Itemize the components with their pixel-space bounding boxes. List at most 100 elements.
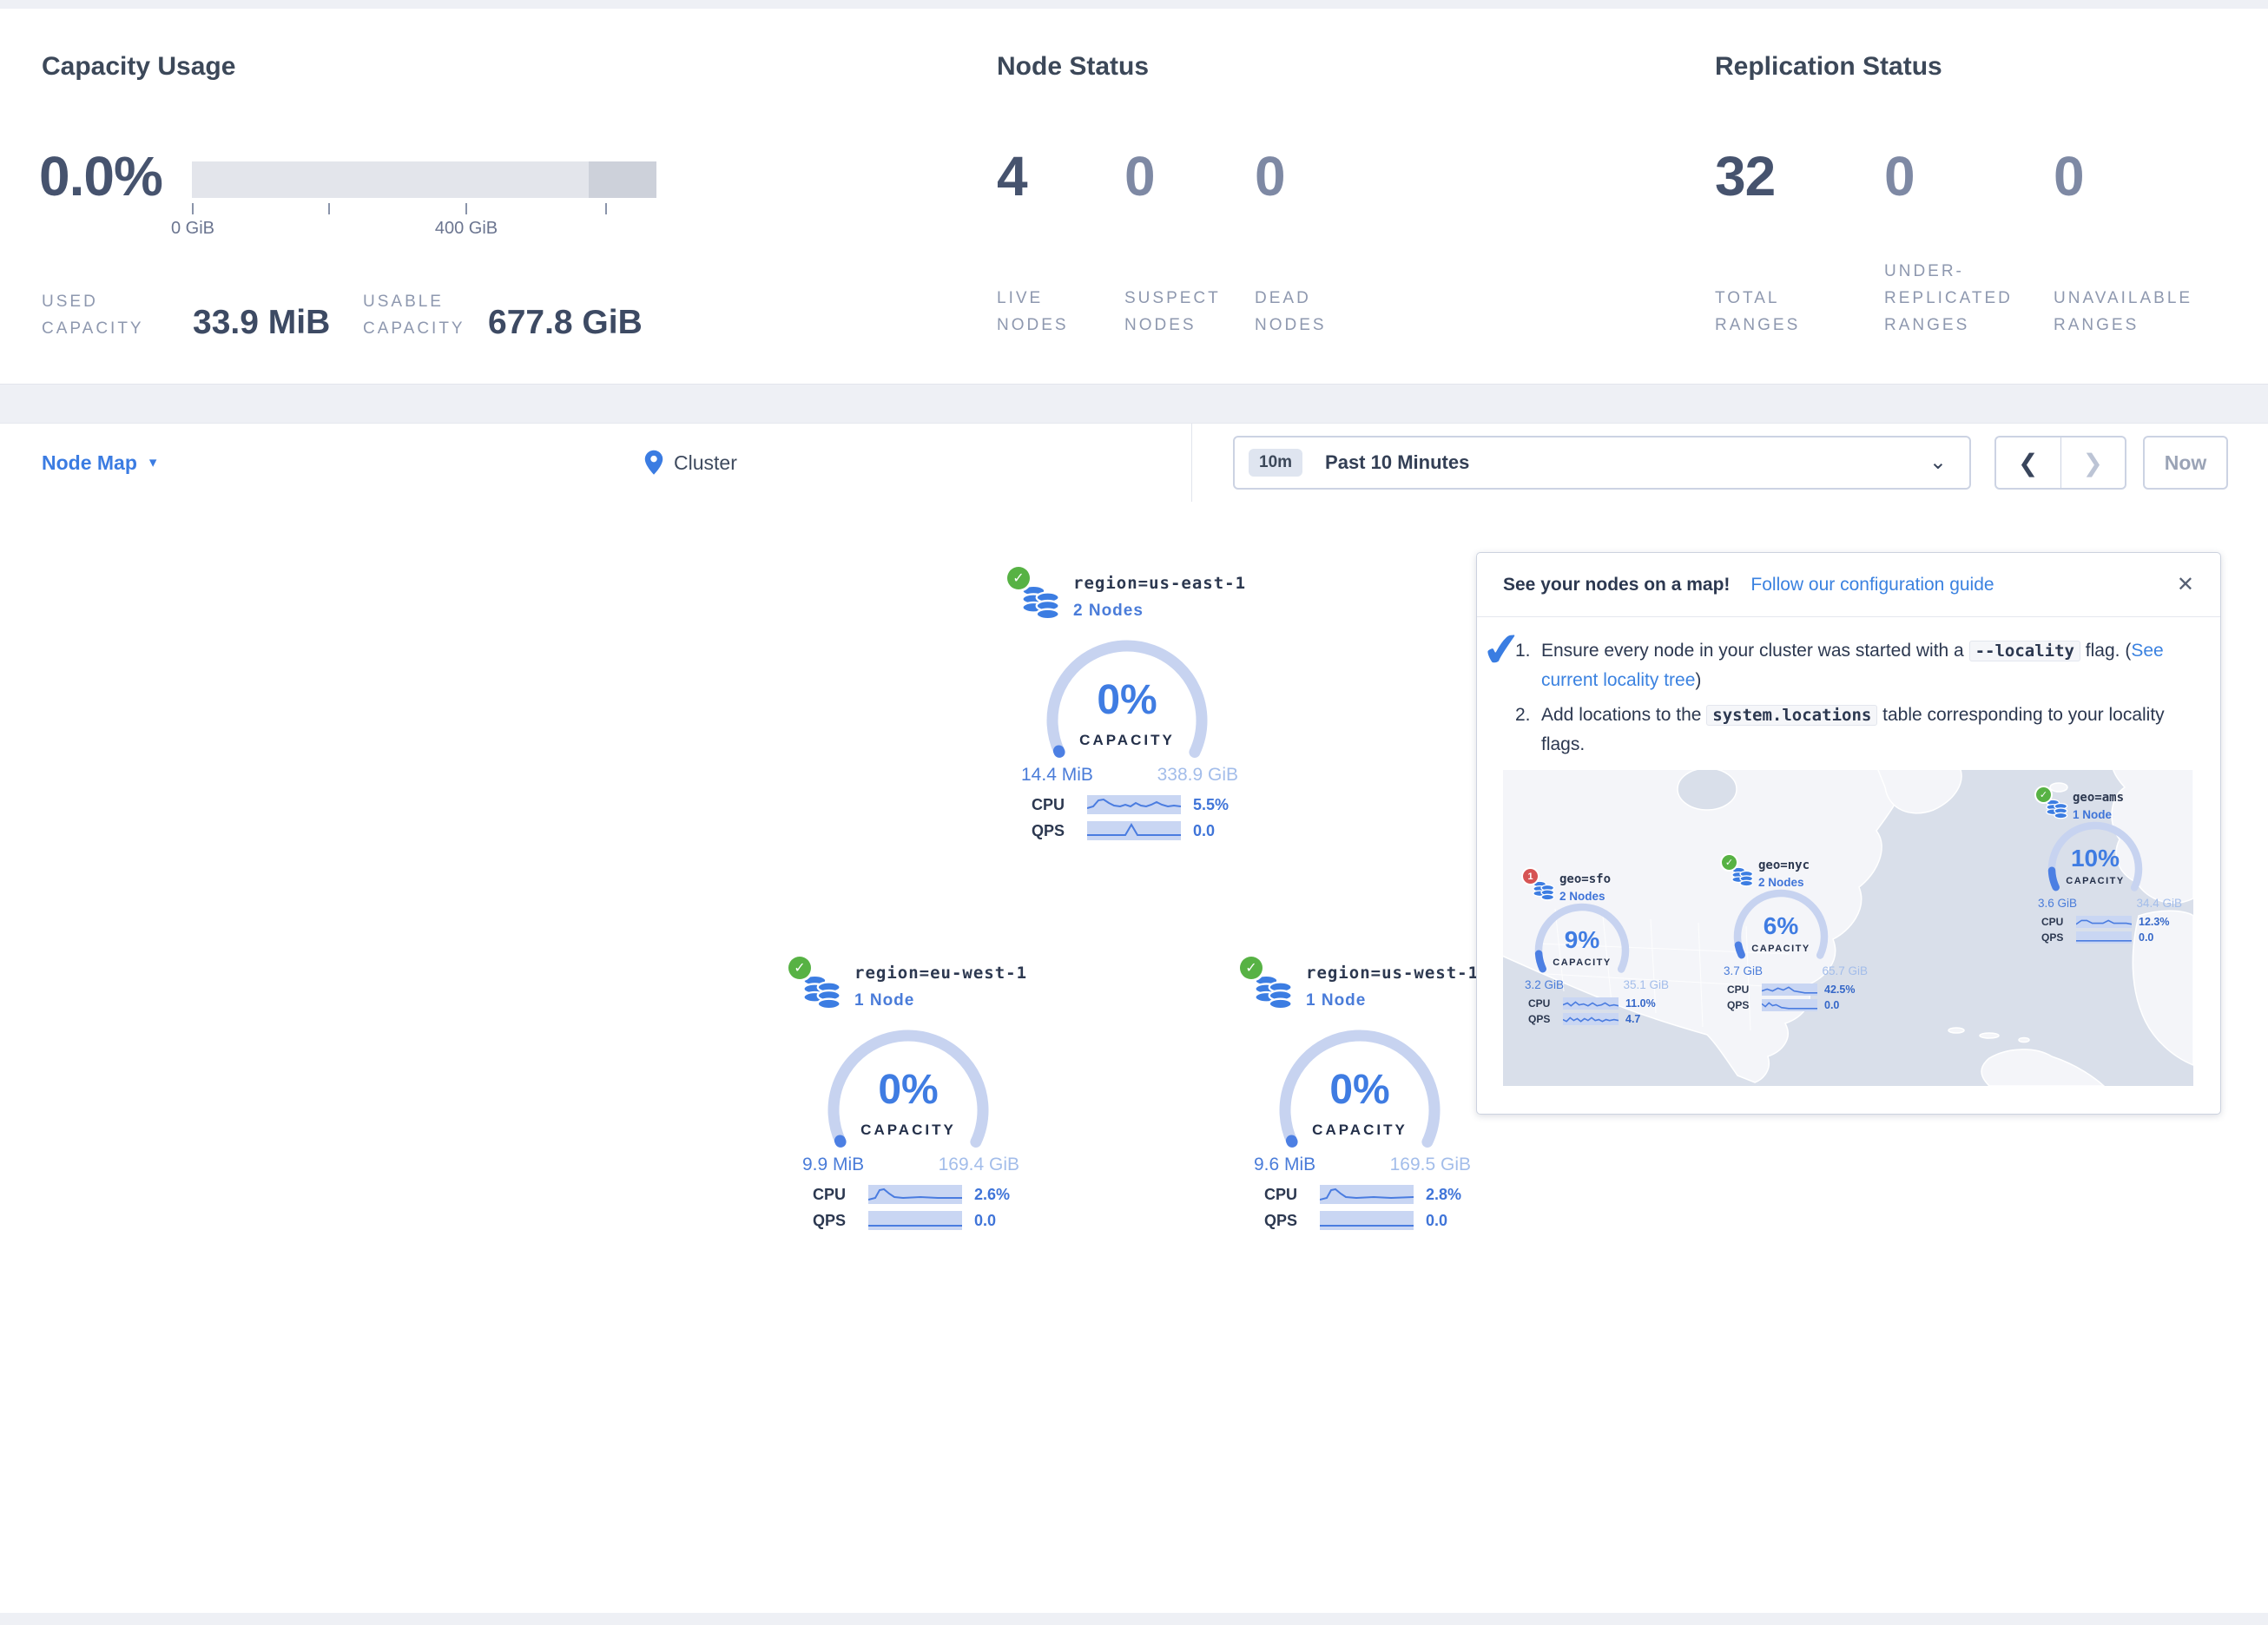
total-capacity: 34.4 GiB [2136, 897, 2182, 910]
capacity-caption: CAPACITY [1273, 1122, 1447, 1139]
cpu-sparkline [868, 1185, 962, 1204]
qps-sparkline [2076, 931, 2132, 944]
time-range-dropdown[interactable]: 10m Past 10 Minutes ⌄ [1233, 436, 1971, 490]
healthy-check-icon: ✓ [1007, 567, 1030, 589]
view-toolbar: Node Map ▾ Cluster 10m Past 10 Minutes ⌄… [0, 423, 2268, 503]
qps-label: QPS [1264, 1212, 1308, 1230]
footer-strip [0, 1613, 2268, 1625]
database-stack-icon [1021, 581, 1061, 624]
used-capacity-value: 33.9 MiB [193, 304, 330, 342]
next-range-button[interactable]: ❯ [2061, 438, 2126, 488]
locality-label: geo=ams [2073, 791, 2124, 805]
capacity-usage-percent: 0.0% [39, 144, 162, 208]
close-icon[interactable]: ✕ [2177, 572, 2194, 597]
live-nodes-label: LIVE NODES [997, 285, 1101, 339]
locality-nodes-link[interactable]: 2 Nodes [1758, 876, 1804, 889]
capacity-caption: CAPACITY [821, 1122, 995, 1139]
breadcrumb[interactable]: Cluster [644, 424, 737, 502]
capacity-tick-label: 0 GiB [171, 219, 214, 239]
locality-nodes-link[interactable]: 2 Nodes [1559, 890, 1605, 903]
capacity-tick [328, 203, 330, 214]
total-capacity: 338.9 GiB [1157, 765, 1238, 786]
cpu-sparkline [1320, 1185, 1414, 1204]
toolbar-divider [1191, 424, 1192, 502]
qps-value: 0.0 [1824, 999, 1839, 1011]
cpu-value: 12.3% [2139, 916, 2169, 928]
capacity-percent: 0% [821, 1066, 995, 1114]
under-replicated-ranges-value: 0 [1884, 144, 1915, 208]
region-group-us-east-1[interactable]: ✓ region=us-east-1 2 Nodes 0% CAPACITY 1… [1000, 560, 1261, 855]
region-nodes-link[interactable]: 1 Node [854, 991, 914, 1010]
time-range-pager: ❮ ❯ [1994, 436, 2126, 490]
healthy-check-icon: ✓ [1240, 957, 1263, 979]
region-nodes-link[interactable]: 2 Nodes [1073, 602, 1144, 621]
mini-world-map: 1 geo=sfo 2 Nodes 9% CAPACITY 3.2 GiB 35… [1503, 770, 2193, 1086]
qps-sparkline [1087, 821, 1181, 840]
configuration-guide-link[interactable]: Follow our configuration guide [1750, 575, 1994, 595]
popup-header: See your nodes on a map! Follow our conf… [1477, 553, 2220, 617]
cluster-summary-bar: Capacity Usage 0.0% 0 GiB 400 GiB USED C… [0, 9, 2268, 385]
qps-label: QPS [1528, 1013, 1556, 1025]
warning-count-badge: 1 [1523, 869, 1538, 884]
dead-nodes-value: 0 [1255, 144, 1285, 208]
cpu-label: CPU [1528, 997, 1556, 1010]
qps-sparkline [1320, 1211, 1414, 1230]
under-replicated-ranges-label: UNDER-REPLICATED RANGES [1884, 258, 2045, 339]
cpu-label: CPU [1032, 796, 1075, 814]
capacity-caption: CAPACITY [1729, 944, 1833, 954]
view-dropdown-label: Node Map [42, 451, 137, 475]
total-capacity: 169.4 GiB [939, 1155, 1019, 1175]
region-nodes-link[interactable]: 1 Node [1306, 991, 1366, 1010]
qps-value: 0.0 [2139, 931, 2153, 944]
used-capacity: 3.7 GiB [1724, 964, 1763, 977]
caret-down-icon: ▾ [149, 454, 157, 471]
healthy-check-icon: ✓ [1722, 855, 1737, 870]
map-node-geo-sfo[interactable]: 1 geo=sfo 2 Nodes 9% CAPACITY 3.2 GiB 35… [1523, 869, 1679, 1034]
capacity-caption: CAPACITY [2043, 876, 2147, 886]
previous-range-button[interactable]: ❮ [1996, 438, 2061, 488]
region-label: region=us-west-1 [1306, 964, 1479, 983]
map-node-geo-ams[interactable]: ✓ geo=ams 1 Node 10% CAPACITY 3.6 GiB 34… [2036, 787, 2192, 952]
step-text: Ensure every node in your cluster was st… [1541, 636, 2184, 695]
region-group-eu-west-1[interactable]: ✓ region=eu-west-1 1 Node 0% CAPACITY 9.… [781, 950, 1042, 1245]
capacity-percent: 6% [1729, 912, 1833, 940]
location-pin-icon [644, 450, 663, 476]
used-capacity: 9.9 MiB [802, 1155, 864, 1175]
locality-nodes-link[interactable]: 1 Node [2073, 808, 2112, 821]
qps-sparkline [1762, 999, 1817, 1011]
suspect-nodes-value: 0 [1124, 144, 1155, 208]
now-button[interactable]: Now [2143, 436, 2228, 490]
map-node-geo-nyc[interactable]: ✓ geo=nyc 2 Nodes 6% CAPACITY 3.7 GiB 65… [1722, 855, 1878, 1020]
qps-sparkline [1563, 1013, 1619, 1025]
capacity-tick [605, 203, 607, 214]
cpu-value: 2.8% [1426, 1186, 1461, 1204]
unavailable-ranges-label: UNAVAILABLE RANGES [2054, 285, 2214, 339]
locality-label: geo=nyc [1758, 859, 1810, 872]
used-capacity-label: USED CAPACITY [42, 288, 181, 342]
setup-step-1: 1. Ensure every node in your cluster was… [1515, 636, 2184, 695]
node-status-title: Node Status [997, 52, 1149, 82]
check-glyph: ✓ [1245, 959, 1256, 977]
suspect-nodes-label: SUSPECT NODES [1124, 285, 1237, 339]
popup-title: See your nodes on a map! [1503, 575, 1730, 595]
region-label: region=eu-west-1 [854, 964, 1027, 983]
qps-value: 0.0 [974, 1212, 996, 1230]
healthy-check-icon: ✓ [2036, 787, 2051, 802]
chevron-down-icon: ⌄ [1929, 458, 1947, 467]
region-group-us-west-1[interactable]: ✓ region=us-west-1 1 Node 0% CAPACITY 9.… [1233, 950, 1493, 1245]
capacity-tick-label: 400 GiB [435, 219, 498, 239]
view-dropdown[interactable]: Node Map ▾ [42, 424, 156, 502]
used-capacity: 3.2 GiB [1525, 978, 1564, 991]
qps-value: 4.7 [1625, 1013, 1640, 1025]
used-capacity: 14.4 MiB [1021, 765, 1093, 786]
used-capacity: 9.6 MiB [1254, 1155, 1315, 1175]
total-capacity: 65.7 GiB [1822, 964, 1868, 977]
total-capacity: 169.5 GiB [1390, 1155, 1471, 1175]
total-capacity: 35.1 GiB [1623, 978, 1669, 991]
locality-flag-code: --locality [1969, 641, 2080, 661]
cpu-label: CPU [813, 1186, 856, 1204]
capacity-percent: 9% [1530, 926, 1634, 954]
capacity-caption: CAPACITY [1040, 732, 1214, 749]
total-ranges-value: 32 [1715, 144, 1775, 208]
cpu-value: 2.6% [974, 1186, 1010, 1204]
